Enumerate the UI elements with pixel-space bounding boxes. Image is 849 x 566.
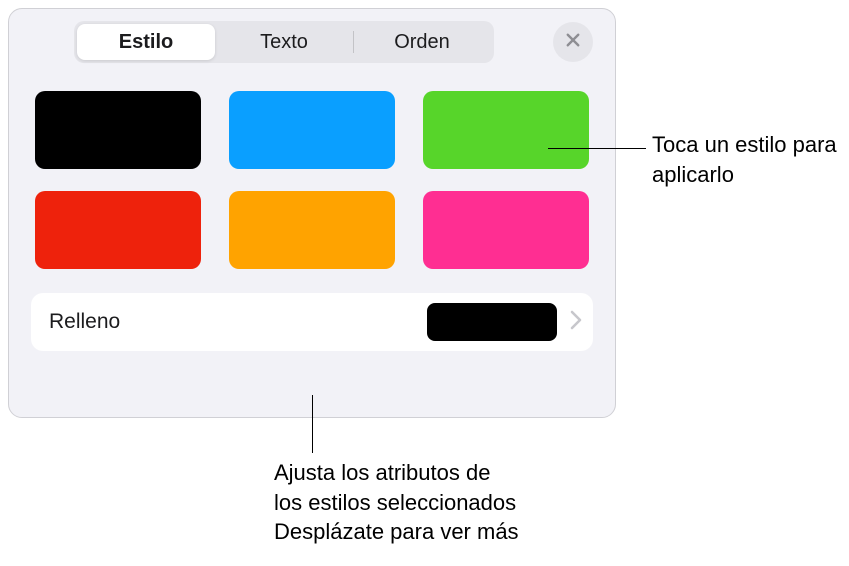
tab-order[interactable]: Orden [353, 24, 491, 60]
tab-style-label: Estilo [119, 31, 173, 54]
style-swatch[interactable] [423, 91, 589, 169]
callout-leader [312, 395, 313, 453]
fill-label: Relleno [49, 310, 427, 334]
style-swatch[interactable] [423, 191, 589, 269]
style-swatch[interactable] [229, 91, 395, 169]
tab-style[interactable]: Estilo [77, 24, 215, 60]
callout-apply-style: Toca un estilo para aplicarlo [652, 130, 842, 189]
callout-leader [548, 148, 646, 149]
format-panel: Estilo Texto Orden Relleno [8, 8, 616, 418]
callout-attributes: Ajusta los atributos de los estilos sele… [274, 458, 594, 547]
fill-row[interactable]: Relleno [31, 293, 593, 351]
chevron-right-icon [569, 310, 583, 335]
tab-text-label: Texto [260, 31, 308, 54]
callout-text: Ajusta los atributos de [274, 458, 594, 488]
style-swatch-grid [31, 83, 593, 293]
tab-order-label: Orden [394, 31, 450, 54]
callout-text: Desplázate para ver más [274, 517, 594, 547]
panel-header: Estilo Texto Orden [31, 21, 593, 63]
close-button[interactable] [553, 22, 593, 62]
style-swatch[interactable] [35, 91, 201, 169]
segmented-control: Estilo Texto Orden [74, 21, 494, 63]
style-swatch[interactable] [35, 191, 201, 269]
callout-text: Toca un estilo para aplicarlo [652, 132, 837, 187]
tab-text[interactable]: Texto [215, 24, 353, 60]
fill-color-preview[interactable] [427, 303, 557, 341]
close-icon [564, 31, 582, 54]
callout-text: los estilos seleccionados [274, 488, 594, 518]
style-swatch[interactable] [229, 191, 395, 269]
